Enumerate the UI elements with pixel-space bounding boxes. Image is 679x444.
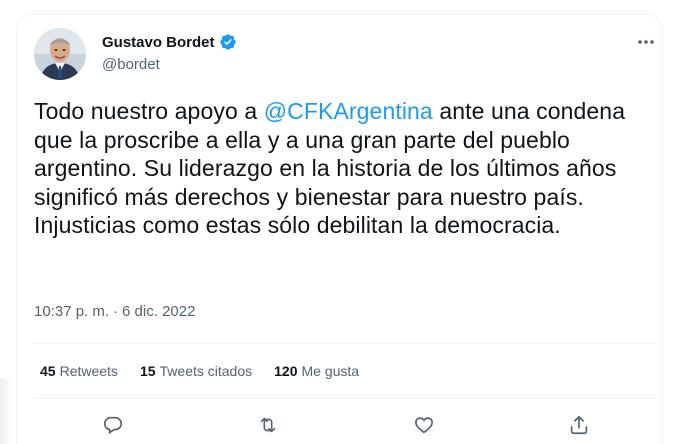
tweet-text: Todo nuestro apoyo a @CFKArgentina ante … <box>34 97 654 240</box>
tweet-stats: 45 Retweets 15 Tweets citados 120 Me gus… <box>40 363 359 379</box>
likes-count: 120 <box>274 363 298 379</box>
author-avatar[interactable] <box>34 28 86 80</box>
retweet-icon[interactable] <box>255 412 281 438</box>
heart-icon[interactable] <box>411 412 437 438</box>
user-avatar-photo <box>34 28 86 80</box>
more-dots-icon[interactable] <box>634 32 658 52</box>
timestamp-separator: · <box>113 303 119 320</box>
tweet-time-link[interactable]: 10:37 p. m. <box>34 303 109 320</box>
retweets-count: 45 <box>40 363 56 379</box>
quotes-stat[interactable]: 15 Tweets citados <box>140 363 252 379</box>
author-name-row: Gustavo Bordet <box>102 33 237 51</box>
tweet-timestamp: 10:37 p. m. · 6 dic. 2022 <box>34 303 195 320</box>
share-icon[interactable] <box>566 412 592 438</box>
tweet-date-link[interactable]: 6 dic. 2022 <box>122 303 195 320</box>
verified-badge-icon <box>219 33 237 51</box>
author-handle[interactable]: @bordet <box>102 56 160 73</box>
divider-bottom <box>34 398 656 399</box>
likes-stat[interactable]: 120 Me gusta <box>274 363 359 379</box>
likes-label: Me gusta <box>301 363 360 379</box>
retweets-label: Retweets <box>59 363 118 379</box>
divider-top <box>34 343 656 344</box>
retweets-stat[interactable]: 45 Retweets <box>40 363 118 379</box>
reply-icon[interactable] <box>100 412 126 438</box>
mention-link[interactable]: @CFKArgentina <box>264 98 433 124</box>
author-display-name[interactable]: Gustavo Bordet <box>102 34 215 51</box>
tweet-text-part1: Todo nuestro apoyo a <box>34 98 264 124</box>
quotes-label: Tweets citados <box>159 363 253 379</box>
tweet-actions <box>0 412 679 442</box>
quotes-count: 15 <box>139 363 156 379</box>
